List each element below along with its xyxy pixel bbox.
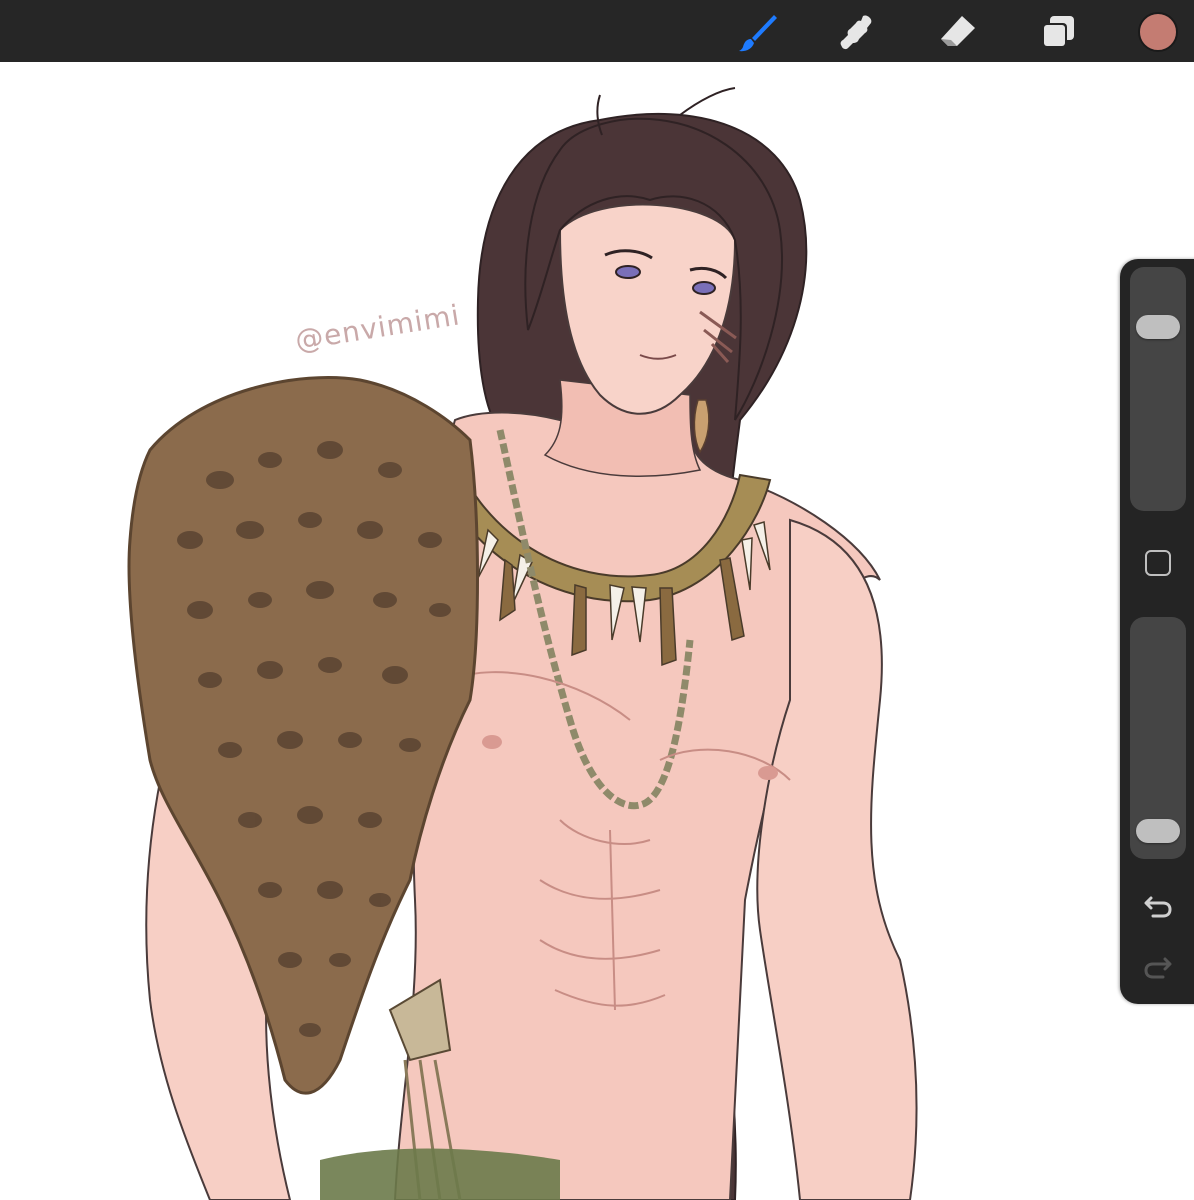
redo-button[interactable]: [1142, 952, 1174, 984]
top-toolbar: [0, 0, 1194, 62]
side-slider-panel: [1120, 259, 1194, 1004]
belt-ornament: [388, 978, 452, 1062]
right-eye: [692, 281, 716, 295]
brush-size-slider[interactable]: [1130, 267, 1186, 511]
pants: [320, 1148, 560, 1200]
eraser-icon: [941, 16, 975, 46]
drawing-canvas[interactable]: @envimimi: [0, 62, 1194, 1200]
artwork-illustration: [127, 87, 918, 1200]
brush-icon: [739, 15, 777, 52]
left-eye: [615, 265, 641, 279]
undo-button[interactable]: [1142, 891, 1174, 923]
modify-button[interactable]: [1142, 547, 1174, 579]
layers-tool-button[interactable]: [1036, 10, 1080, 54]
eraser-tool-button[interactable]: [936, 10, 980, 54]
brush-size-thumb[interactable]: [1136, 314, 1180, 339]
brush-opacity-slider[interactable]: [1130, 617, 1186, 859]
smudge-tool-button[interactable]: [835, 10, 879, 54]
square-icon: [1145, 550, 1171, 576]
redo-icon: [1144, 957, 1172, 979]
smudge-icon: [840, 15, 872, 50]
color-picker-button[interactable]: [1136, 10, 1180, 54]
brush-opacity-thumb[interactable]: [1136, 818, 1180, 843]
undo-icon: [1144, 896, 1172, 918]
brush-tool-button[interactable]: [736, 10, 780, 54]
layers-icon: [1042, 16, 1074, 48]
current-color-swatch: [1138, 12, 1178, 52]
